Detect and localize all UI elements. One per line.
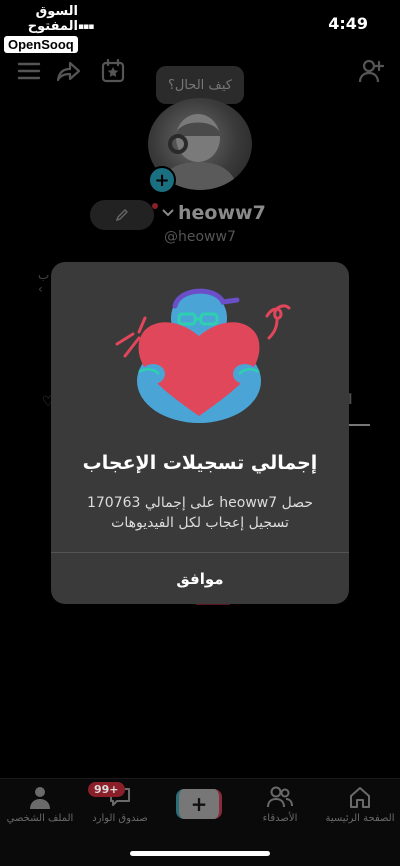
nav-profile-label: الملف الشخصي — [6, 813, 74, 824]
pencil-icon — [115, 209, 128, 222]
menu-icon[interactable] — [16, 58, 42, 84]
nav-profile[interactable]: الملف الشخصي — [0, 785, 80, 824]
nav-friends-label: الأصدقاء — [262, 813, 298, 824]
bottom-nav: الملف الشخصي صندوق الوارد 99+ + الأصدقاء… — [0, 778, 400, 866]
home-icon — [350, 787, 370, 808]
edit-profile-button[interactable] — [90, 200, 154, 230]
chevron-down-icon — [162, 209, 174, 217]
likes-total-dialog: إجمالي تسجيلات الإعجاب حصل heoww7 على إج… — [51, 262, 349, 604]
calendar-star-icon[interactable] — [100, 58, 126, 84]
add-friend-icon[interactable] — [358, 58, 384, 84]
notification-dot — [152, 203, 158, 209]
friends-icon — [267, 786, 293, 808]
heart-hug-illustration — [115, 288, 291, 423]
share-icon[interactable] — [56, 58, 82, 84]
nav-home[interactable]: الصفحة الرئيسية — [320, 785, 400, 824]
inbox-badge: 99+ — [88, 782, 125, 797]
bio-fragment: ب ‹ — [38, 268, 50, 296]
plus-icon: + — [190, 792, 208, 816]
create-button[interactable]: + — [176, 789, 222, 819]
home-indicator — [130, 851, 270, 856]
person-icon — [30, 787, 50, 809]
nav-inbox-label: صندوق الوارد — [92, 813, 148, 824]
nav-friends[interactable]: الأصدقاء — [240, 785, 320, 824]
dialog-title: إجمالي تسجيلات الإعجاب — [82, 452, 318, 474]
dialog-message: حصل heoww7 على إجمالي 170763 تسجيل إعجاب… — [86, 495, 314, 531]
user-handle: @heoww7 — [164, 229, 236, 245]
username-row[interactable]: heoww7 — [152, 202, 266, 224]
username: heoww7 — [178, 202, 266, 224]
add-avatar-button[interactable]: + — [148, 166, 176, 194]
ok-button[interactable]: موافق — [51, 553, 349, 604]
nav-home-label: الصفحة الرئيسية — [325, 813, 395, 824]
